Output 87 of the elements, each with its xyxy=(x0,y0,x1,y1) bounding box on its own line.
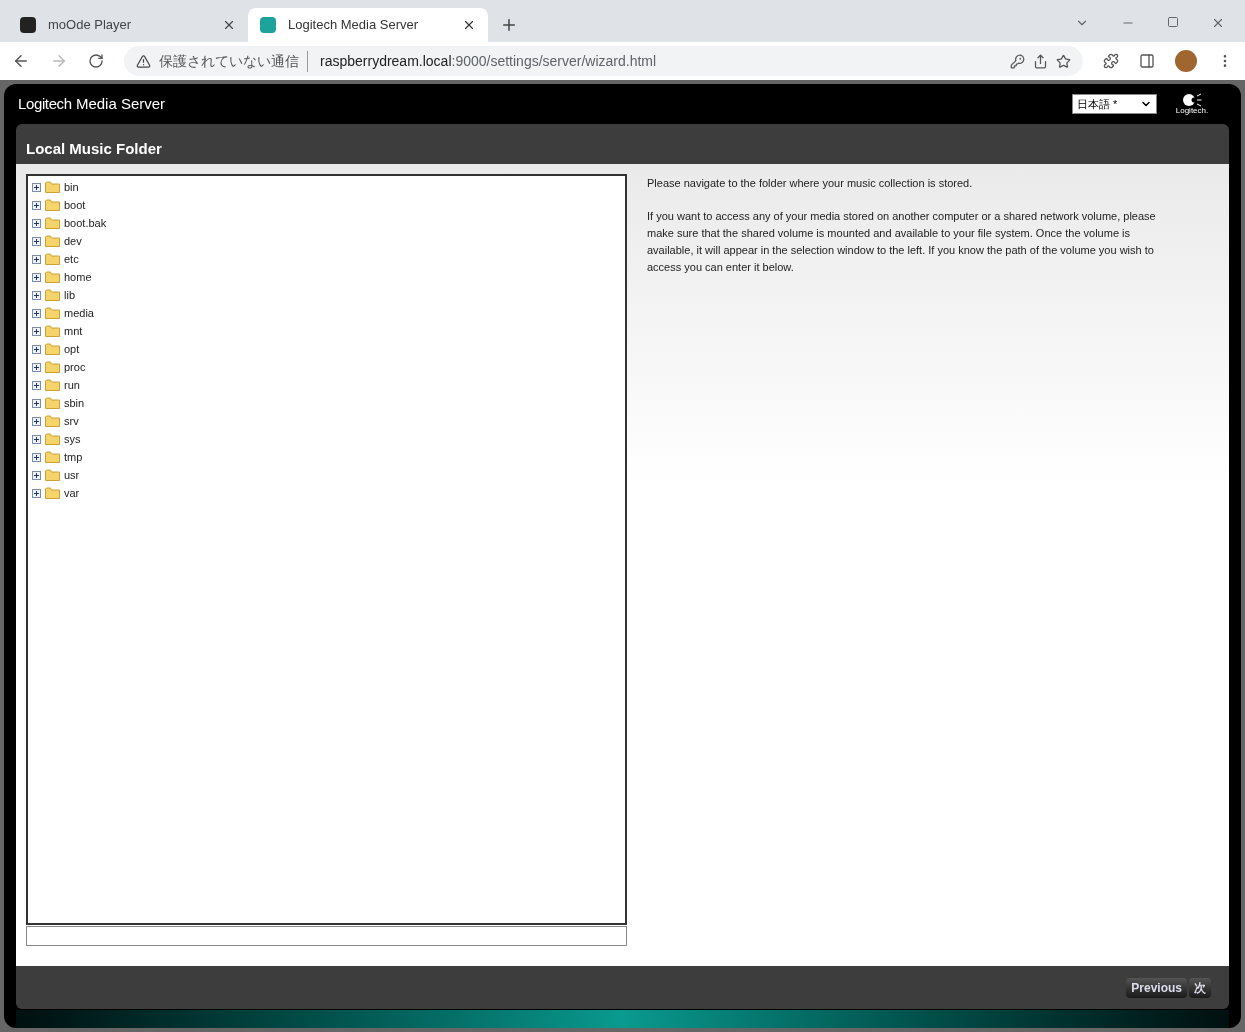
instruction-text: Please navigate to the folder where your music collection is stored. xyxy=(647,176,974,191)
new-tab-icon[interactable] xyxy=(500,16,518,34)
bookmark-star-icon[interactable] xyxy=(1056,53,1071,69)
folder-name[interactable]: sbin xyxy=(64,394,85,412)
folder-name[interactable]: dev xyxy=(64,232,82,250)
expand-icon[interactable] xyxy=(32,362,41,372)
folder-icon xyxy=(45,199,60,211)
expand-icon[interactable] xyxy=(32,272,41,282)
folder-name[interactable]: tmp xyxy=(64,448,83,466)
folder-icon xyxy=(45,181,60,193)
expand-icon[interactable] xyxy=(32,254,41,264)
folder-name[interactable]: sys xyxy=(64,430,81,448)
key-icon[interactable] xyxy=(1010,53,1025,69)
expand-icon[interactable] xyxy=(32,452,41,462)
expand-icon[interactable] xyxy=(32,236,41,246)
folder-icon xyxy=(45,289,60,301)
expand-icon[interactable] xyxy=(32,398,41,408)
expand-icon[interactable] xyxy=(32,344,41,354)
expand-icon[interactable] xyxy=(32,416,41,426)
side-panel-icon[interactable] xyxy=(1139,53,1155,69)
folder-icon xyxy=(45,379,60,391)
language-select[interactable]: 日本語 * xyxy=(1072,94,1157,114)
folder-name[interactable]: proc xyxy=(64,358,86,376)
share-icon[interactable] xyxy=(1033,53,1048,69)
profile-avatar[interactable] xyxy=(1175,50,1197,72)
browser-tab[interactable]: Logitech Media Server xyxy=(248,8,488,42)
folder-icon xyxy=(45,361,60,373)
warning-icon[interactable] xyxy=(136,53,151,69)
tab-title: moOde Player xyxy=(48,16,133,35)
expand-icon[interactable] xyxy=(32,200,41,210)
folder-name[interactable]: bin xyxy=(64,178,79,196)
expand-icon[interactable] xyxy=(32,218,41,228)
expand-icon[interactable] xyxy=(32,308,41,318)
url-text: raspberrydream.local:9000/settings/server/wizard.html xyxy=(319,51,657,71)
folder-name[interactable]: etc xyxy=(64,250,79,268)
browser-tab[interactable]: moOde Player xyxy=(8,8,248,42)
folder-icon xyxy=(45,271,60,283)
folder-name[interactable]: home xyxy=(64,268,92,286)
folder-name[interactable]: srv xyxy=(64,412,79,430)
folder-icon xyxy=(45,253,60,265)
path-input[interactable] xyxy=(26,926,627,946)
instruction-text: If you want to access any of your media stored on another computer or a shared network volume, please make sure that the shared volume is mounted and available to your file system. Once the volume is available, it will appear in the selection window to the left. If you know the path of the volume you wish to access you can enter it below. xyxy=(647,209,1157,275)
folder-tree[interactable]: bin boot boot.bak dev etc home lib media mnt opt proc run sbin srv sys tmp usr var xyxy=(26,174,627,925)
back-icon[interactable] xyxy=(12,52,30,70)
wizard-button[interactable]: 次 xyxy=(1189,977,1211,998)
expand-icon[interactable] xyxy=(32,470,41,480)
security-label: 保護されていない通信 xyxy=(159,50,308,72)
folder-name[interactable]: lib xyxy=(64,286,75,304)
expand-icon[interactable] xyxy=(32,434,41,444)
tab-title: Logitech Media Server xyxy=(288,16,420,35)
folder-name[interactable]: mnt xyxy=(64,322,83,340)
extensions-icon[interactable] xyxy=(1103,53,1119,69)
tab-favicon-icon xyxy=(260,17,276,33)
section-title: Local Music Folder xyxy=(26,138,162,159)
wizard-button[interactable]: Previous xyxy=(1126,977,1187,998)
folder-icon xyxy=(45,397,60,409)
folder-name[interactable]: opt xyxy=(64,340,80,358)
app-title: Logitech Media Server xyxy=(18,93,166,114)
folder-name[interactable]: boot.bak xyxy=(64,214,107,232)
tab-favicon-icon xyxy=(20,17,36,33)
logo-icon xyxy=(1182,93,1202,107)
close-icon[interactable] xyxy=(222,18,236,32)
folder-icon xyxy=(45,433,60,445)
folder-icon xyxy=(45,325,60,337)
folder-icon xyxy=(45,235,60,247)
folder-icon xyxy=(45,307,60,319)
expand-icon[interactable] xyxy=(32,326,41,336)
reload-icon[interactable] xyxy=(88,53,104,69)
folder-name[interactable]: run xyxy=(64,376,80,394)
folder-icon xyxy=(45,343,60,355)
logo-text: Logitech. xyxy=(1175,107,1209,115)
folder-icon xyxy=(45,451,60,463)
folder-name[interactable]: media xyxy=(64,304,94,322)
folder-name[interactable]: var xyxy=(64,484,80,502)
folder-icon xyxy=(45,487,60,499)
address-bar[interactable]: 保護されていない通信 raspberrydream.local:9000/settings/server/wizard.html xyxy=(124,46,1083,76)
folder-name[interactable]: usr xyxy=(64,466,80,484)
close-icon[interactable] xyxy=(462,18,476,32)
folder-icon xyxy=(45,469,60,481)
folder-icon xyxy=(45,217,60,229)
expand-icon[interactable] xyxy=(32,182,41,192)
expand-icon[interactable] xyxy=(32,488,41,498)
expand-icon[interactable] xyxy=(32,380,41,390)
expand-icon[interactable] xyxy=(32,290,41,300)
folder-icon xyxy=(45,415,60,427)
folder-name[interactable]: boot xyxy=(64,196,86,214)
maximize-icon[interactable] xyxy=(1167,16,1179,28)
